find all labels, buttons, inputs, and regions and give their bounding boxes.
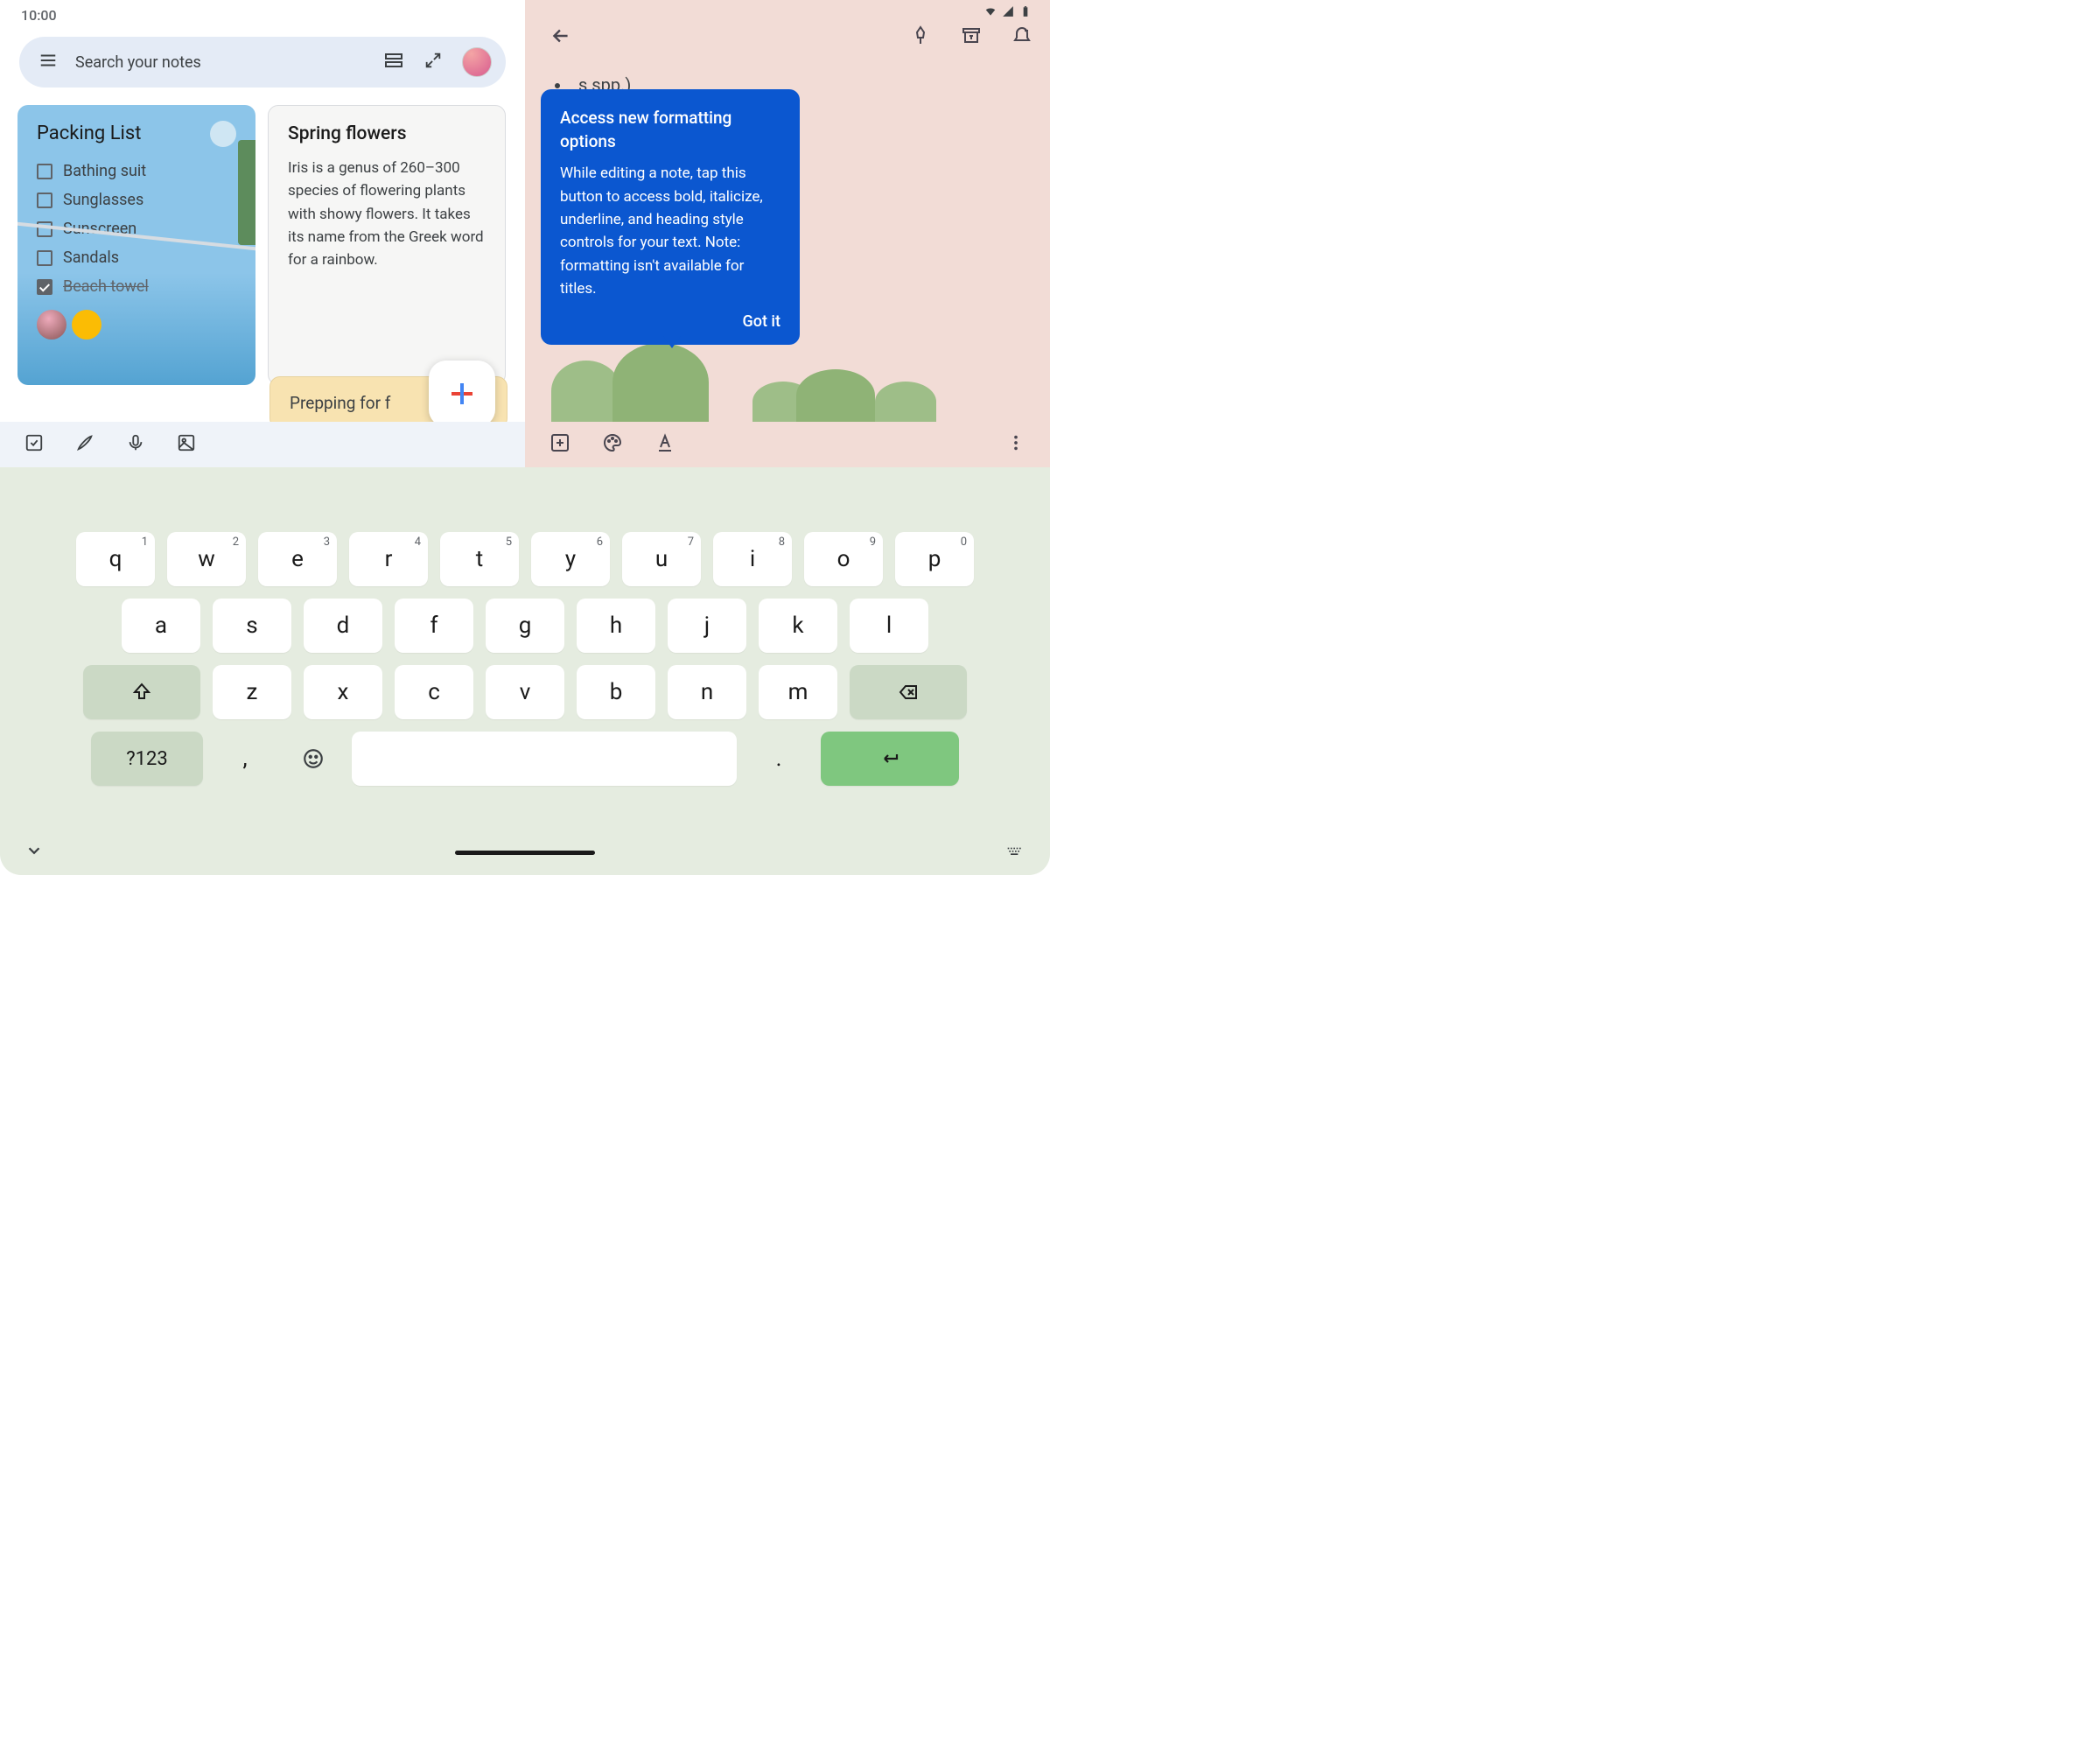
key-d[interactable]: d <box>304 599 382 653</box>
key-h[interactable]: h <box>577 599 655 653</box>
period-key[interactable]: . <box>749 732 808 786</box>
key-j[interactable]: j <box>668 599 746 653</box>
formatting-tooltip: Access new formatting options While edit… <box>541 89 800 345</box>
check-item[interactable]: Sunglasses <box>37 186 236 214</box>
battery-icon <box>1018 5 1032 18</box>
mic-icon[interactable] <box>126 433 145 456</box>
key-n[interactable]: n <box>668 665 746 719</box>
card-title: Spring flowers <box>288 123 486 144</box>
collaborator-avatar[interactable] <box>37 310 66 340</box>
palette-icon[interactable] <box>602 432 623 457</box>
signal-icon <box>1001 5 1015 18</box>
space-key[interactable] <box>352 732 737 786</box>
tooltip-body: While editing a note, tap this button to… <box>560 162 780 300</box>
text-format-icon[interactable] <box>654 432 676 457</box>
key-f[interactable]: f <box>395 599 473 653</box>
editor-bottom-toolbar <box>525 422 1050 467</box>
note-background-art <box>525 352 1050 422</box>
pin-icon[interactable] <box>910 25 931 50</box>
key-c[interactable]: c <box>395 665 473 719</box>
menu-icon[interactable] <box>38 51 58 74</box>
check-item[interactable]: Beach towel <box>37 272 236 301</box>
symbols-key[interactable]: ?123 <box>91 732 203 786</box>
card-body: Iris is a genus of 260–300 species of fl… <box>288 157 486 272</box>
search-input[interactable]: Search your notes <box>75 53 366 72</box>
list-view-icon[interactable] <box>383 50 404 74</box>
key-t[interactable]: t5 <box>440 532 519 586</box>
tooltip-title: Access new formatting options <box>560 107 780 153</box>
enter-key[interactable] <box>821 732 959 786</box>
key-s[interactable]: s <box>213 599 291 653</box>
keyboard-switch-icon[interactable] <box>1004 842 1026 863</box>
key-u[interactable]: u7 <box>622 532 701 586</box>
on-screen-keyboard[interactable]: q1w2e3r4t5y6u7i8o9p0 asdfghjkl zxcvbnm ?… <box>0 467 1050 875</box>
archive-icon[interactable] <box>961 25 982 50</box>
editor-top-bar <box>525 0 1050 61</box>
key-z[interactable]: z <box>213 665 291 719</box>
status-time: 10:00 <box>21 7 57 24</box>
status-icons <box>984 5 1032 18</box>
account-avatar[interactable] <box>462 47 492 77</box>
keyboard-row-4: ?123 , . <box>0 732 1050 786</box>
collaborator-avatar[interactable] <box>72 310 102 340</box>
new-note-fab[interactable] <box>429 361 495 427</box>
collapse-keyboard-icon[interactable] <box>24 841 44 864</box>
key-o[interactable]: o9 <box>804 532 883 586</box>
key-a[interactable]: a <box>122 599 200 653</box>
nav-handle[interactable] <box>455 851 595 855</box>
checkbox-icon[interactable] <box>24 433 44 456</box>
shift-key[interactable] <box>83 665 200 719</box>
expand-icon[interactable] <box>424 51 443 74</box>
key-l[interactable]: l <box>850 599 928 653</box>
key-q[interactable]: q1 <box>76 532 155 586</box>
add-box-icon[interactable] <box>550 432 570 457</box>
note-card-packing[interactable]: Packing List Bathing suit Sunglasses Sun… <box>18 105 256 385</box>
keyboard-row-3: zxcvbnm <box>0 665 1050 719</box>
keyboard-row-2: asdfghjkl <box>0 599 1050 653</box>
key-k[interactable]: k <box>759 599 837 653</box>
keyboard-row-1: q1w2e3r4t5y6u7i8o9p0 <box>0 532 1050 586</box>
key-v[interactable]: v <box>486 665 564 719</box>
card-title: Packing List <box>37 123 236 144</box>
brush-icon[interactable] <box>75 433 94 456</box>
check-item[interactable]: Bathing suit <box>37 157 236 186</box>
emoji-key[interactable] <box>287 732 340 786</box>
check-item[interactable]: Sandals <box>37 243 236 272</box>
notes-grid: Packing List Bathing suit Sunglasses Sun… <box>0 88 525 385</box>
key-p[interactable]: p0 <box>895 532 974 586</box>
key-i[interactable]: i8 <box>713 532 792 586</box>
back-icon[interactable] <box>550 25 572 51</box>
key-m[interactable]: m <box>759 665 837 719</box>
collaborators[interactable] <box>37 310 236 340</box>
reminder-icon[interactable] <box>1012 25 1032 50</box>
backspace-key[interactable] <box>850 665 967 719</box>
key-x[interactable]: x <box>304 665 382 719</box>
wifi-icon <box>984 5 998 18</box>
key-b[interactable]: b <box>577 665 655 719</box>
key-g[interactable]: g <box>486 599 564 653</box>
search-bar[interactable]: Search your notes <box>19 37 506 88</box>
more-icon[interactable] <box>1006 433 1026 456</box>
key-r[interactable]: r4 <box>349 532 428 586</box>
note-card-spring[interactable]: Spring flowers Iris is a genus of 260–30… <box>268 105 506 385</box>
tooltip-dismiss-button[interactable]: Got it <box>560 312 780 331</box>
notes-list-pane: 10:00 Search your notes Packing List Bat… <box>0 0 525 467</box>
image-icon[interactable] <box>177 433 196 456</box>
left-bottom-toolbar <box>0 422 525 467</box>
key-y[interactable]: y6 <box>531 532 610 586</box>
comma-key[interactable]: , <box>215 732 275 786</box>
key-e[interactable]: e3 <box>258 532 337 586</box>
note-editor-pane: s spp.) nium x oxonianum) Access new for… <box>525 0 1050 467</box>
key-w[interactable]: w2 <box>167 532 246 586</box>
